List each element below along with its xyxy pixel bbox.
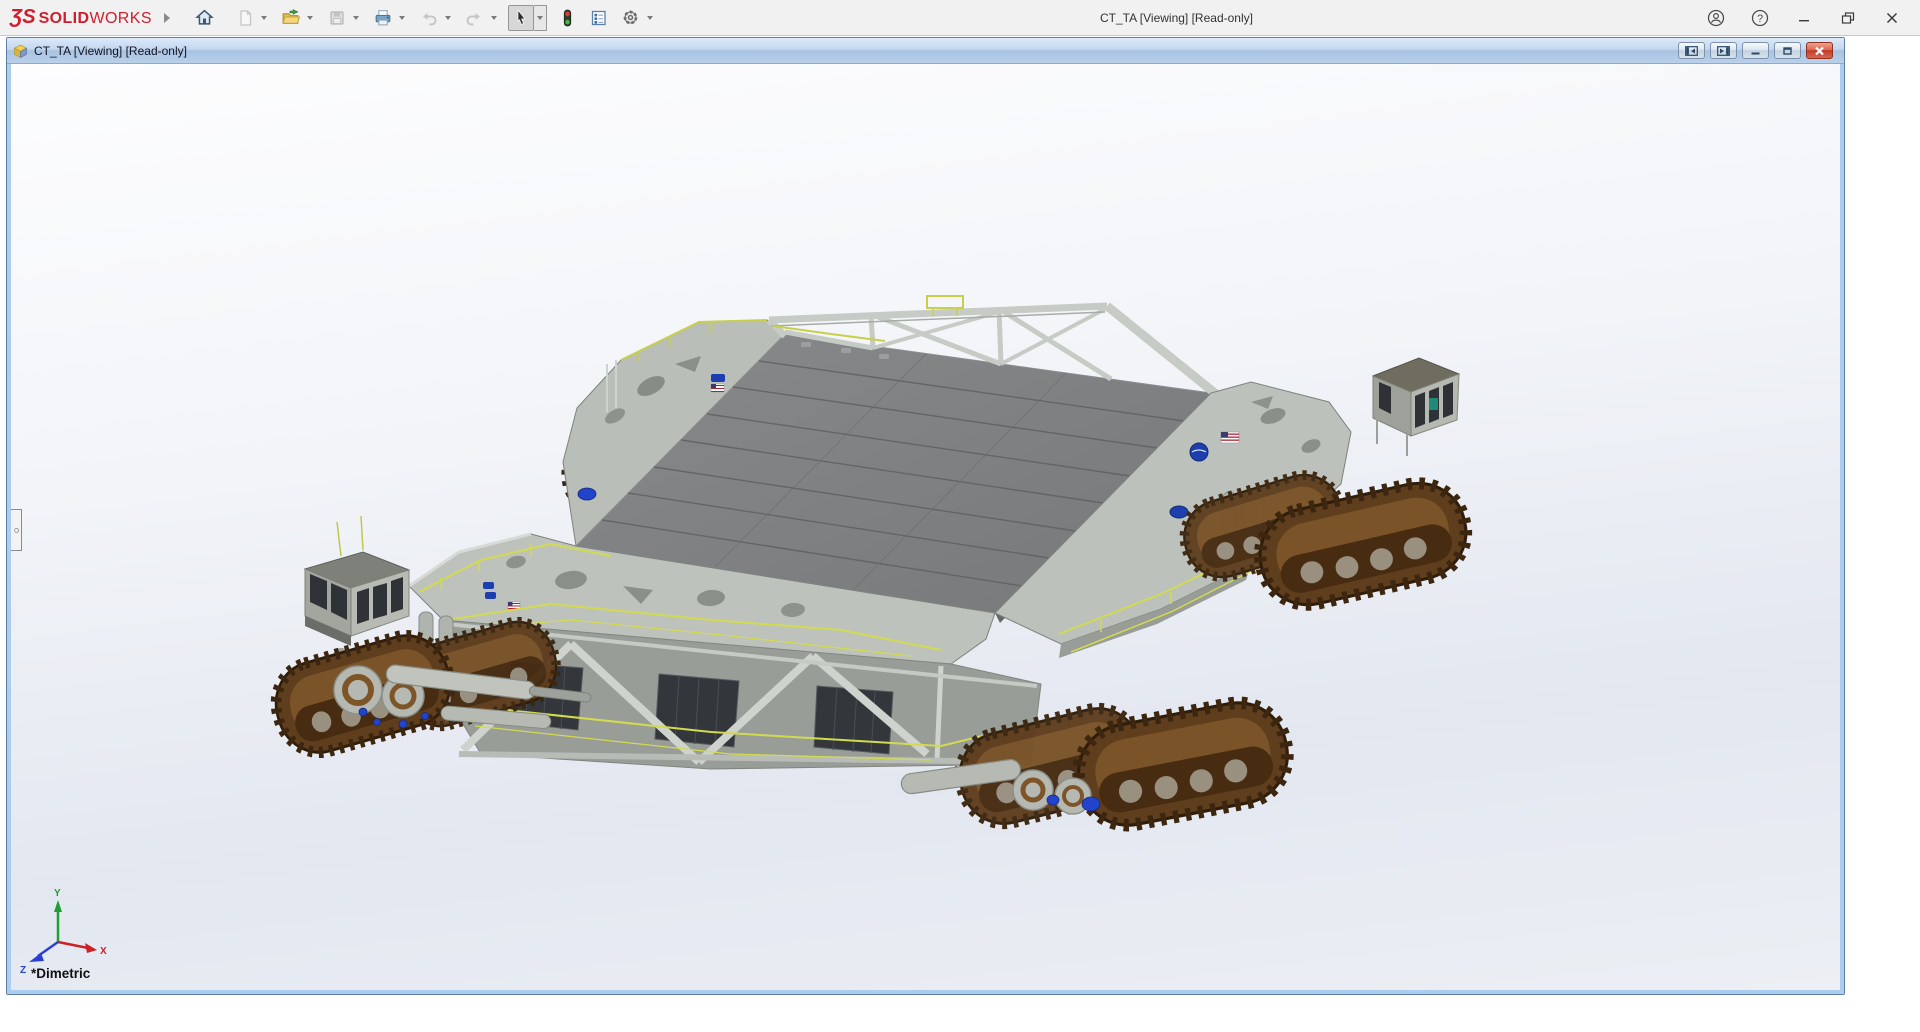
file-properties-icon [592,10,607,25]
minimize-icon [1799,19,1809,21]
user-account-button[interactable] [1704,6,1728,30]
model-3d-view[interactable] [11,64,1840,990]
undo-icon [423,12,437,25]
redo-button[interactable] [462,5,488,31]
triad-y-label: Y [54,888,61,899]
view-orientation-label: *Dimetric [31,966,91,981]
solidworks-logo-glyph: ƷS [10,6,36,28]
options-dropdown[interactable] [644,5,657,31]
document-restore-button[interactable] [1774,42,1801,59]
document-titlebar[interactable]: CT_TA [Viewing] [Read-only] [7,38,1844,64]
cab-door-window [1429,398,1438,410]
app-window-title: CT_TA [Viewing] [Read-only] [1100,11,1253,25]
open-dropdown[interactable] [304,5,317,31]
document-minimize-icon [1751,52,1760,54]
redo-icon [466,12,481,25]
select-cursor-icon [517,8,526,25]
feature-manager-collapsed-tab[interactable] [11,509,22,551]
undo-button[interactable] [416,5,442,31]
document-minimize-button[interactable] [1742,42,1769,59]
document-close-button[interactable] [1806,42,1833,59]
document-window: CT_TA [Viewing] [Read-only] Y X Z *Dimet… [6,37,1845,995]
home-icon [195,9,215,25]
restore-button[interactable] [1836,6,1860,30]
us-flag-decal-rear [710,383,725,393]
window-controls: ? [1704,6,1904,30]
dock-pane-right-button[interactable] [1710,42,1737,59]
traffic-light-icon [563,9,572,26]
reference-triad: Y X Z [20,888,107,976]
help-button[interactable]: ? [1748,6,1772,30]
app-titlebar: ƷS SOLID WORKS CT_TA [Viewing] [Read-onl… [0,0,1920,36]
quick-access-toolbar [192,4,664,31]
blue-fitting [1169,505,1189,519]
user-account-icon [1707,9,1725,26]
document-caption-buttons [1678,42,1833,59]
dock-pane-left-button[interactable] [1678,42,1705,59]
splitter-handle-icon [13,527,19,533]
save-dropdown[interactable] [350,5,363,31]
close-button[interactable] [1880,6,1904,30]
select-tool-button[interactable] [507,4,534,31]
dock-pane-right-icon [1717,45,1730,56]
us-flag-decal-right [1220,431,1240,444]
nasa-decal-left [483,582,494,589]
file-properties-button[interactable] [586,5,612,31]
home-button[interactable] [192,5,218,31]
minimize-button[interactable] [1792,6,1816,30]
solidworks-logo: ƷS SOLID WORKS [10,6,152,28]
svg-text:?: ? [1757,13,1763,25]
triad-x-label: X [100,946,107,957]
us-flag-decal-left [507,601,521,610]
gear-icon [624,10,638,25]
rebuild-traffic-light-button[interactable] [554,5,580,31]
save-button[interactable] [324,5,350,31]
triad-z-label: Z [20,965,26,976]
select-tool-dropdown[interactable] [533,4,547,31]
restore-icon [1841,11,1855,24]
document-restore-icon [1783,46,1792,55]
menu-expand-arrow-icon[interactable] [163,12,170,23]
print-dropdown[interactable] [396,5,409,31]
print-icon [375,10,391,26]
graphics-viewport[interactable]: Y X Z *Dimetric [7,64,1844,994]
dock-pane-left-icon [1685,45,1698,56]
save-icon [330,10,344,25]
close-icon [1886,12,1898,23]
print-button[interactable] [370,5,396,31]
open-button[interactable] [278,5,304,31]
new-document-button[interactable] [232,5,258,31]
undo-dropdown[interactable] [442,5,455,31]
document-close-icon [1815,46,1824,55]
operator-cab-right[interactable] [1371,132,1461,456]
options-button[interactable] [618,5,644,31]
help-icon: ? [1751,9,1769,26]
assembly-document-icon [13,44,28,59]
document-title: CT_TA [Viewing] [Read-only] [34,43,187,58]
redo-dropdown[interactable] [488,5,501,31]
new-document-icon [240,9,252,26]
new-document-dropdown[interactable] [258,5,271,31]
open-icon [282,9,301,24]
